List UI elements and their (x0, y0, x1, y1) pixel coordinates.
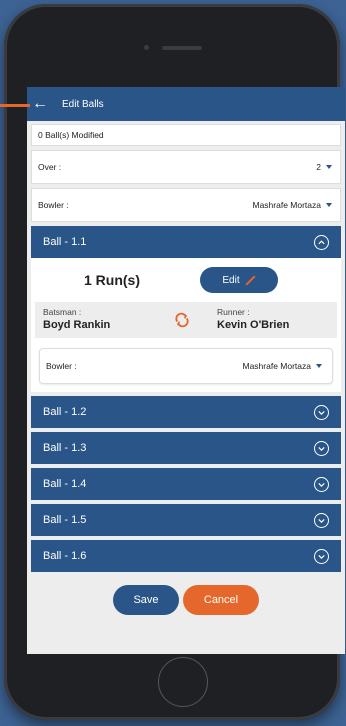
ball-title: Ball - 1.3 (43, 442, 87, 454)
modified-count-text: 0 Ball(s) Modified (38, 130, 104, 140)
ball-header-1-1[interactable]: Ball - 1.1 (31, 226, 341, 258)
runner-label: Runner : (217, 307, 250, 317)
save-button[interactable]: Save (113, 585, 179, 615)
bowler-value: Mashrafe Mortaza (252, 200, 322, 210)
ball-title: Ball - 1.5 (43, 514, 87, 526)
edit-button[interactable]: Edit (200, 267, 278, 293)
ball-title: Ball - 1.6 (43, 550, 87, 562)
ball-title: Ball - 1.4 (43, 478, 87, 490)
players-panel: Batsman : Boyd Rankin Runner : Kevin O'B… (35, 302, 337, 338)
dropdown-caret-icon (326, 165, 332, 169)
earpiece-speaker (162, 46, 202, 50)
chevron-down-icon[interactable] (314, 548, 329, 564)
chevron-up-icon[interactable] (314, 234, 329, 250)
ball-title: Ball - 1.2 (43, 406, 87, 418)
app-bar: ← Edit Balls (27, 87, 345, 121)
ball-title: Ball - 1.1 (43, 236, 87, 248)
runner-name: Kevin O'Brien (217, 319, 290, 331)
dropdown-caret-icon (326, 203, 332, 207)
page-title: Edit Balls (62, 98, 104, 110)
ball-header-1-5[interactable]: Ball - 1.5 (31, 504, 341, 536)
pencil-icon (245, 275, 255, 285)
back-arrow-icon[interactable]: ← (27, 96, 53, 112)
batsman-label: Batsman : (43, 307, 82, 317)
chevron-down-icon[interactable] (314, 476, 329, 492)
dropdown-caret-icon (316, 364, 322, 368)
ball-bowler-value: Mashrafe Mortaza (242, 361, 312, 371)
ball-detail-1-1: 1 Run(s) Edit Batsman : Boyd Rankin Runn… (31, 258, 341, 392)
bowler-label: Bowler : (38, 200, 69, 210)
home-button[interactable] (158, 657, 208, 707)
over-select[interactable]: Over : 2 (31, 150, 341, 184)
ball-header-1-6[interactable]: Ball - 1.6 (31, 540, 341, 572)
chevron-down-icon[interactable] (314, 512, 329, 528)
ball-header-1-3[interactable]: Ball - 1.3 (31, 432, 341, 464)
ball-header-1-4[interactable]: Ball - 1.4 (31, 468, 341, 500)
action-bar: Save Cancel (27, 585, 345, 615)
over-value: 2 (316, 162, 321, 172)
swap-icon[interactable] (174, 312, 190, 328)
ball-bowler-label: Bowler : (46, 361, 77, 371)
cancel-button[interactable]: Cancel (183, 585, 259, 615)
batsman-name: Boyd Rankin (43, 319, 111, 331)
ball-header-1-2[interactable]: Ball - 1.2 (31, 396, 341, 428)
edit-label: Edit (222, 274, 240, 286)
front-camera (144, 45, 149, 50)
modified-count: 0 Ball(s) Modified (31, 124, 341, 146)
ball-bowler-select[interactable]: Bowler : Mashrafe Mortaza (39, 348, 333, 384)
bowler-select[interactable]: Bowler : Mashrafe Mortaza (31, 188, 341, 222)
phone-frame: ← Edit Balls 0 Ball(s) Modified Over : 2… (4, 4, 345, 720)
over-label: Over : (38, 162, 62, 172)
save-label: Save (133, 594, 159, 606)
chevron-down-icon[interactable] (314, 440, 329, 456)
app-screen: ← Edit Balls 0 Ball(s) Modified Over : 2… (27, 87, 345, 654)
chevron-down-icon[interactable] (314, 404, 329, 420)
runs-value: 1 Run(s) (84, 272, 140, 288)
callout-pointer (0, 104, 30, 107)
cancel-label: Cancel (203, 594, 239, 606)
